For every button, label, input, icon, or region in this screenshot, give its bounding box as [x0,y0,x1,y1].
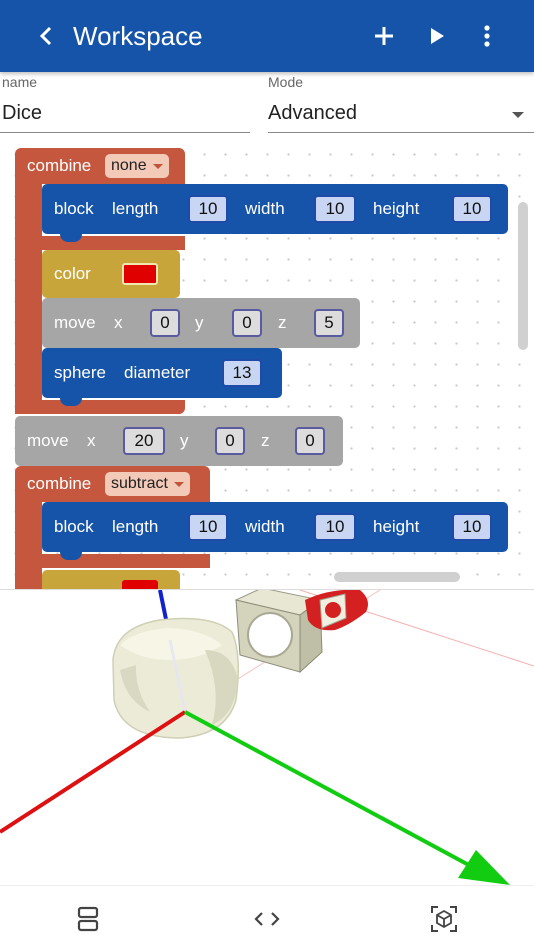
combine-block-footer [15,400,185,414]
length-input[interactable]: 10 [188,195,228,223]
combine-label: combine [27,156,92,175]
move-z-input[interactable]: 5 [314,309,344,337]
3d-view-icon [431,906,457,932]
color-swatch[interactable] [122,580,158,589]
width-label: width [245,517,285,536]
combine-op-dropdown[interactable]: subtract [105,472,190,496]
length-label: length [112,517,159,536]
length-input[interactable]: 10 [188,513,228,541]
more-vert-icon [484,25,490,47]
move-label: move [27,431,69,450]
vertical-scrollbar[interactable] [518,202,528,350]
move-block-2[interactable]: move x 20 y 0 z 0 [15,416,343,466]
dropdown-caret-icon [152,163,163,169]
width-input[interactable]: 10 [314,195,356,223]
combine-block[interactable]: combine none [15,148,185,184]
horizontal-scrollbar[interactable] [334,572,460,582]
diameter-label: diameter [124,363,191,382]
view-split-icon [77,906,99,932]
code-view-button[interactable] [251,904,283,934]
move-label: move [54,313,96,332]
move-x-input[interactable]: 0 [150,309,180,337]
combine-op-value: none [111,157,147,174]
block-label: block [54,517,94,536]
more-options-button[interactable] [473,22,501,50]
name-label: name [2,74,38,90]
code-icon [254,912,280,926]
run-button[interactable] [423,22,451,50]
workspace-form: name Dice Mode Advanced [0,72,534,138]
move-x-input[interactable]: 20 [123,427,165,455]
y-label: y [195,313,204,332]
combine-block-divider [15,236,185,250]
block-workspace[interactable]: combine none block length 10 width 10 he… [0,138,534,590]
3d-view-button[interactable] [428,904,460,934]
move-y-input[interactable]: 0 [215,427,245,455]
combine-block-spine [15,182,42,414]
color-block-partial[interactable] [42,570,180,589]
length-label: length [112,199,159,218]
height-label: height [373,517,420,536]
height-input[interactable]: 10 [452,513,492,541]
add-button[interactable] [370,22,398,50]
plus-icon [375,27,393,45]
back-button[interactable] [32,22,60,50]
name-underline [0,132,250,133]
x-axis [0,710,187,834]
move-z-input[interactable]: 0 [295,427,325,455]
y-axis-arrowhead [458,850,510,885]
page-title: Workspace [73,21,203,51]
dropdown-caret-icon [173,481,184,487]
y-label: y [180,431,189,450]
app-bar: Workspace [0,0,534,72]
play-icon [431,28,444,44]
combine-block[interactable]: combine subtract [15,466,210,502]
mode-underline [268,132,534,133]
x-label: x [114,313,123,332]
red-sphere-model [305,589,368,631]
combine-op-value: subtract [111,475,168,492]
split-view-button[interactable] [72,904,104,934]
move-block-1[interactable]: move x 0 y 0 z 5 [42,298,360,348]
z-label: z [278,313,287,332]
mode-select[interactable]: Advanced [268,102,357,125]
mode-dropdown-arrow-icon[interactable] [512,112,524,118]
sphere-block[interactable]: sphere diameter 13 [42,348,282,406]
y-axis [184,710,479,872]
mode-label: Mode [268,74,304,90]
height-input[interactable]: 10 [452,195,492,223]
name-field[interactable]: Dice [2,102,42,125]
diameter-input[interactable]: 13 [222,359,262,387]
block-shape-2[interactable]: block length 10 width 10 height 10 [42,502,508,560]
chevron-left-icon [39,26,52,46]
block-label: block [54,199,94,218]
combine-label: combine [27,474,92,493]
sphere-label: sphere [54,363,106,382]
height-label: height [373,199,420,218]
bottom-nav [0,885,534,950]
combine-op-dropdown[interactable]: none [105,154,169,178]
color-block[interactable]: color [42,250,180,298]
app-root: Workspace name Dice Mode Advanced combin… [0,0,534,950]
block-shape-1[interactable]: block length 10 width 10 height 10 [42,184,508,242]
color-label: color [54,264,91,283]
width-input[interactable]: 10 [314,513,356,541]
combine-block-spine [15,500,42,589]
z-label: z [261,431,270,450]
move-y-input[interactable]: 0 [232,309,262,337]
width-label: width [245,199,285,218]
color-swatch[interactable] [122,263,158,285]
combine-block-divider [15,554,210,568]
x-label: x [87,431,96,450]
